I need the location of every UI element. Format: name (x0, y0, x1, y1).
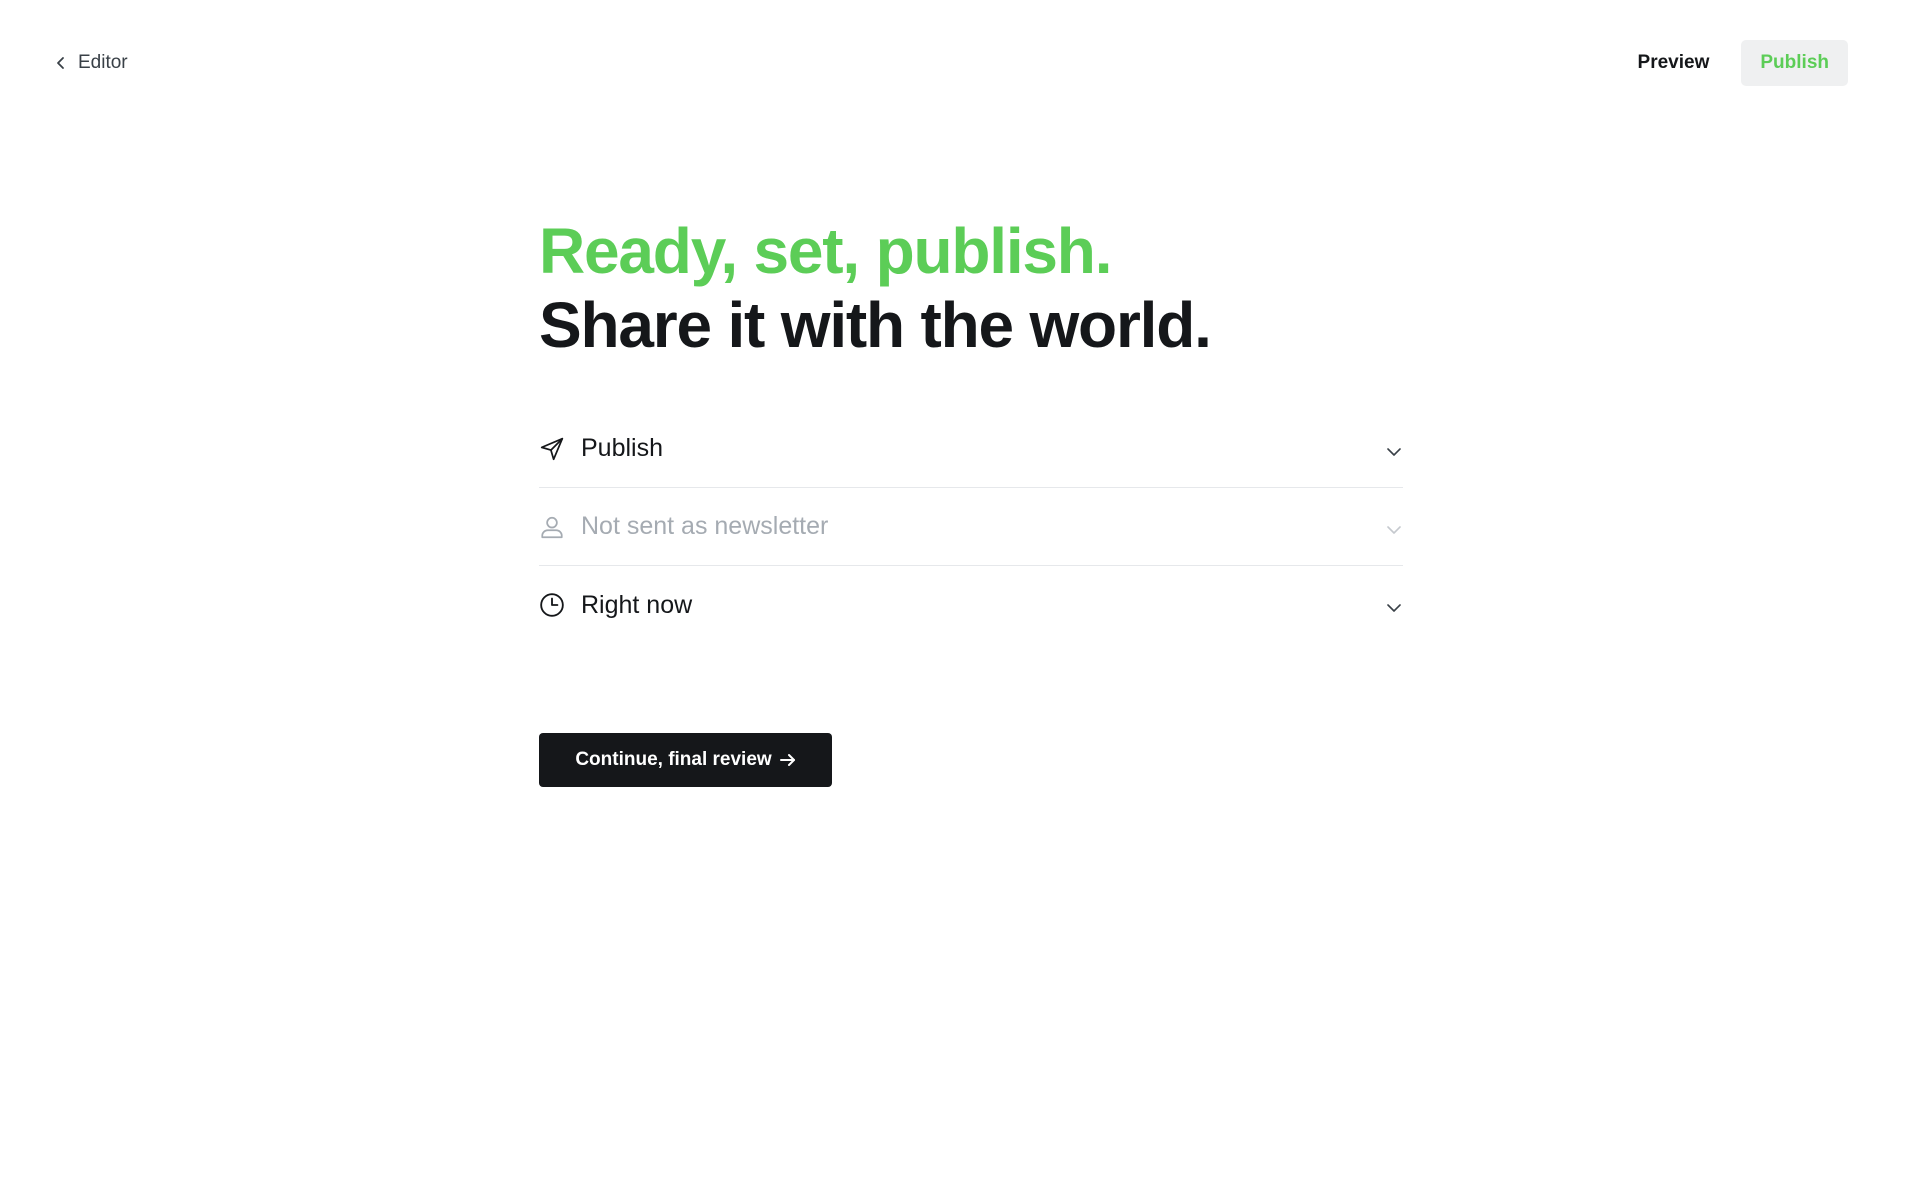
headline-line-1: Ready, set, publish. (539, 215, 1112, 287)
newsletter-label: Not sent as newsletter (581, 512, 829, 540)
top-bar: Editor Preview Publish (0, 0, 1920, 126)
continue-button-label: Continue, final review (575, 749, 772, 770)
schedule-label: Right now (581, 590, 693, 619)
preview-button[interactable]: Preview (1618, 40, 1730, 86)
publish-options: Publish Not sent as newsletter Right now (539, 410, 1403, 644)
arrow-right-icon (779, 754, 795, 766)
chevron-left-icon (57, 57, 64, 69)
chevron-down-icon (1387, 525, 1401, 534)
back-link-label: Editor (78, 52, 128, 73)
newsletter-option[interactable]: Not sent as newsletter (539, 488, 1403, 566)
user-icon (541, 516, 563, 538)
clock-icon (540, 593, 564, 617)
page-title: Ready, set, publish. Share it with the w… (539, 214, 1403, 362)
schedule-option[interactable]: Right now (539, 566, 1403, 644)
paper-plane-icon (540, 437, 564, 460)
headline-line-2: Share it with the world. (539, 289, 1212, 361)
back-to-editor-link[interactable]: Editor (54, 48, 128, 78)
publish-button[interactable]: Publish (1741, 40, 1848, 86)
chevron-down-icon (1387, 604, 1401, 612)
chevron-down-icon (1387, 447, 1401, 456)
publish-panel: Ready, set, publish. Share it with the w… (539, 214, 1403, 644)
top-actions: Preview Publish (1618, 40, 1848, 86)
publish-type-label: Publish (581, 434, 663, 462)
continue-final-review-button[interactable]: Continue, final review (539, 733, 832, 787)
publish-type-option[interactable]: Publish (539, 410, 1403, 488)
